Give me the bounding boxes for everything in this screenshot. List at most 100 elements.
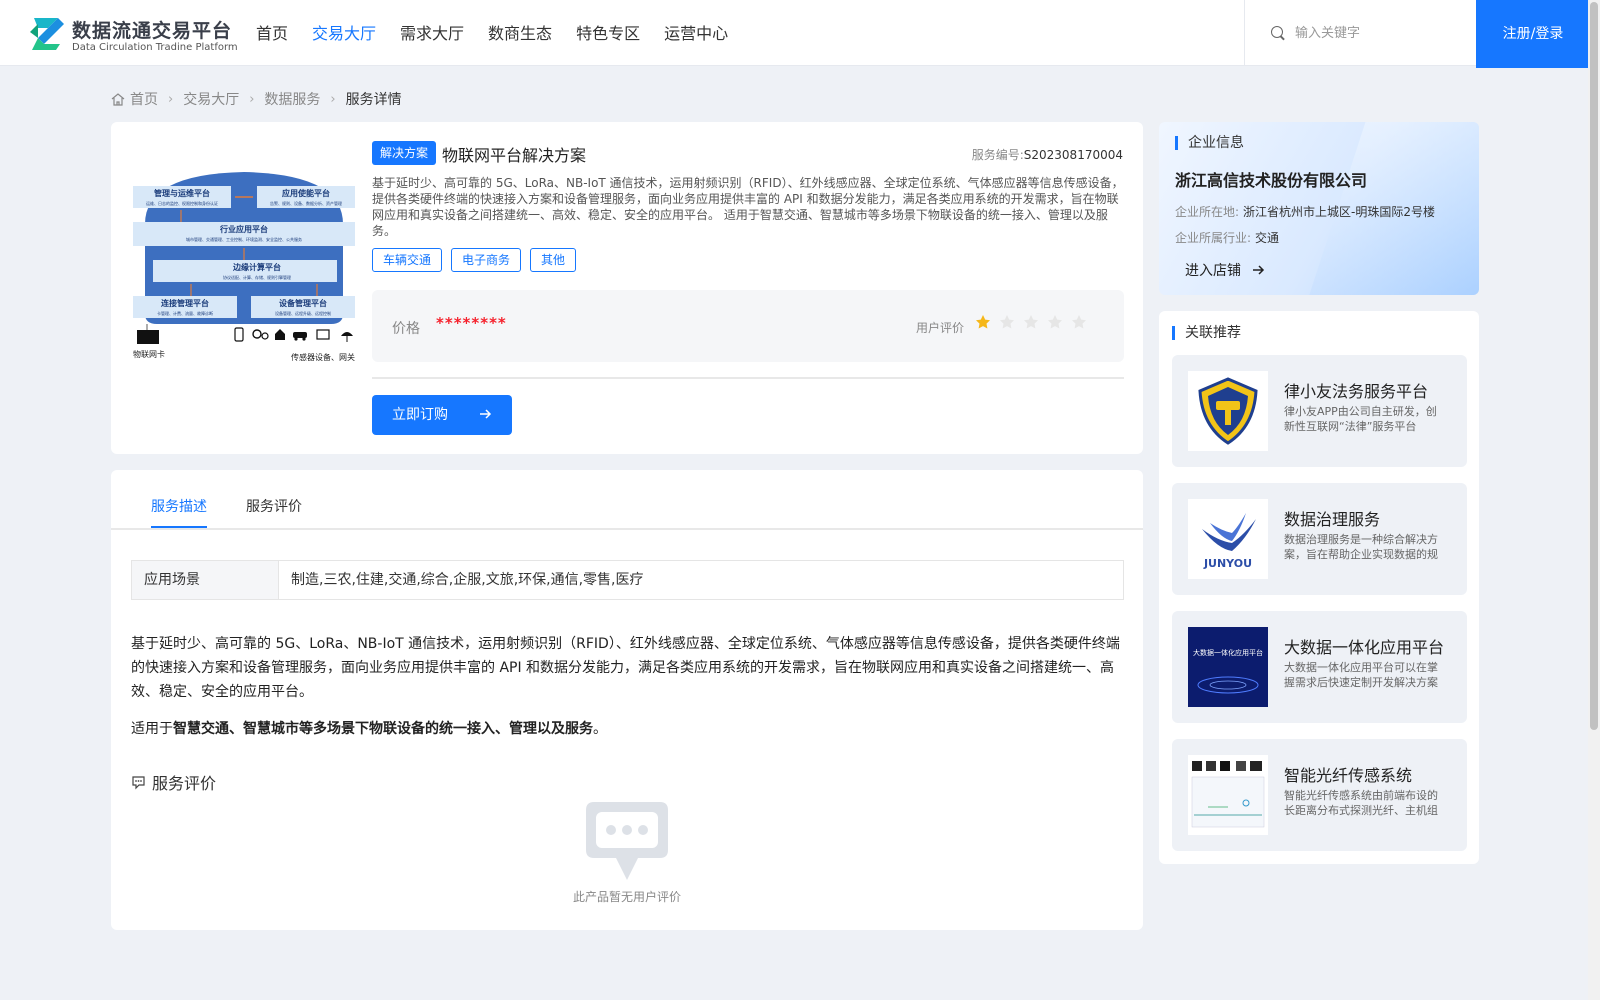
company-info-card: 企业信息 浙江高信技术股份有限公司 企业所在地: 浙江省杭州市上城区-明珠国际2号… bbox=[1159, 122, 1479, 295]
bigdata-thumb-icon: 大数据一体化应用平台 bbox=[1188, 627, 1268, 707]
img-sub-industry: 城市管理、交通管理、工业控制、环境监测、安全监控、公共服务 bbox=[186, 236, 302, 242]
breadcrumb-trading-hall[interactable]: 交易大厅 bbox=[183, 89, 239, 109]
recommend-desc: 大数据一体化应用平台可以在掌握需求后快速定制开发解决方案 bbox=[1284, 661, 1438, 689]
junyou-logo-icon: JUNYOU bbox=[1202, 513, 1256, 570]
star-filled-icon[interactable] bbox=[975, 314, 991, 330]
service-apply-text: 适用于智慧交通、智慧城市等多场景下物联设备的统一接入、管理以及服务。 bbox=[131, 718, 607, 738]
recommend-thumb: 大数据一体化应用平台 bbox=[1188, 627, 1268, 707]
divider bbox=[372, 377, 1124, 379]
company-location: 企业所在地: 浙江省杭州市上城区-明珠国际2号楼 bbox=[1175, 203, 1435, 220]
law-shield-icon bbox=[1198, 377, 1258, 445]
recommend-thumb bbox=[1188, 371, 1268, 451]
enter-shop-link[interactable]: 进入店铺 bbox=[1185, 260, 1265, 280]
nav-demand-hall[interactable]: 需求大厅 bbox=[400, 0, 464, 66]
scene-value: 制造,三农,住建,交通,综合,企服,文旅,环保,通信,零售,医疗 bbox=[291, 572, 644, 588]
company-location-value: 浙江省杭州市上城区-明珠国际2号楼 bbox=[1243, 205, 1436, 219]
tag-ecommerce[interactable]: 电子商务 bbox=[451, 248, 522, 272]
fiber-sensor-thumb-icon bbox=[1191, 761, 1265, 828]
review-section-title: 服务评价 bbox=[131, 770, 216, 794]
search-input[interactable] bbox=[1295, 20, 1465, 46]
company-section-title: 企业信息 bbox=[1175, 136, 1244, 150]
chevron-right-icon: › bbox=[168, 91, 174, 107]
product-description: 基于延时少、高可靠的 5G、LoRa、NB-IoT 通信技术，运用射频识别（RF… bbox=[372, 176, 1124, 238]
nav-ecosystem[interactable]: 数商生态 bbox=[488, 0, 552, 66]
img-sub-app: 告警、规则、设备、数据分析、资产管理 bbox=[270, 200, 342, 206]
top-header: 数据流通交易平台 Data Circulation Tradine Platfo… bbox=[0, 0, 1590, 68]
recommend-item[interactable]: 大数据一体化应用平台 大数据一体化应用平台 大数据一体化应用平台可以在掌握需求后… bbox=[1172, 611, 1467, 723]
breadcrumb-home[interactable]: 首页 bbox=[130, 89, 158, 109]
page-scrollbar[interactable] bbox=[1588, 0, 1600, 1000]
star-empty-icon[interactable] bbox=[1071, 314, 1087, 330]
recommend-item[interactable]: 律小友法务服务平台 律小友APP由公司自主研发，创新性互联网“法律”服务平台 bbox=[1172, 355, 1467, 467]
nav-special-zone[interactable]: 特色专区 bbox=[576, 0, 640, 66]
nav-operation-center[interactable]: 运营中心 bbox=[664, 0, 728, 66]
arrow-right-icon bbox=[480, 409, 492, 419]
breadcrumb: 首页 › 交易大厅 › 数据服务 › 服务详情 bbox=[111, 88, 402, 110]
recommend-title: 大数据一体化应用平台 bbox=[1284, 638, 1445, 657]
order-now-button[interactable]: 立即订购 bbox=[372, 395, 512, 435]
img-sub-conn: 卡管理、计费、流量、故障诊断 bbox=[157, 310, 213, 316]
star-empty-icon[interactable] bbox=[1047, 314, 1063, 330]
price-label: 价格 bbox=[392, 321, 420, 337]
order-now-label: 立即订购 bbox=[392, 407, 448, 423]
star-empty-icon[interactable] bbox=[999, 314, 1015, 330]
price-panel: 价格 ******** 用户评价 bbox=[372, 290, 1124, 362]
arrow-right-icon bbox=[1253, 265, 1265, 275]
img-label-industry: 行业应用平台 bbox=[219, 224, 268, 234]
recommend-item[interactable]: 智能光纤传感系统 智能光纤传感系统由前端布设的长距离分布式探测光纤、主机组成 bbox=[1172, 739, 1467, 851]
star-empty-icon[interactable] bbox=[1023, 314, 1039, 330]
recommend-desc: 智能光纤传感系统由前端布设的长距离分布式探测光纤、主机组成 bbox=[1284, 789, 1438, 817]
tab-service-description[interactable]: 服务描述 bbox=[151, 496, 207, 516]
logo[interactable]: 数据流通交易平台 Data Circulation Tradine Platfo… bbox=[28, 14, 238, 54]
service-number-label: 服务编号: bbox=[971, 148, 1024, 162]
img-label-ops: 管理与运维平台 bbox=[154, 188, 210, 198]
company-name: 浙江高信技术股份有限公司 bbox=[1175, 171, 1368, 190]
apply-bold: 智慧交通、智慧城市等多场景下物联设备的统一接入、管理以及服务 bbox=[173, 721, 593, 737]
service-number-value: S202308170004 bbox=[1023, 148, 1123, 162]
application-scene-table: 应用场景 制造,三农,住建,交通,综合,企服,文旅,环保,通信,零售,医疗 bbox=[131, 560, 1124, 600]
breadcrumb-data-service[interactable]: 数据服务 bbox=[264, 89, 320, 109]
img-sub-device: 设备管理、远程升级、远程控制 bbox=[275, 310, 331, 316]
img-label-app: 应用使能平台 bbox=[282, 188, 330, 198]
review-title-text: 服务评价 bbox=[152, 774, 217, 793]
img-label-edge: 边缘计算平台 bbox=[232, 262, 281, 272]
nav-trading-hall[interactable]: 交易大厅 bbox=[312, 0, 376, 66]
product-card: 管理与运维平台 运维、日志的监控、权限控制和身份认证 应用使能平台 告警、规则、… bbox=[111, 122, 1143, 454]
tag-other[interactable]: 其他 bbox=[530, 248, 577, 272]
img-label-conn: 连接管理平台 bbox=[161, 298, 209, 308]
chevron-right-icon: › bbox=[249, 91, 255, 107]
img-label-sensors: 传感器设备、网关 bbox=[291, 352, 355, 362]
service-number: 服务编号:S202308170004 bbox=[972, 146, 1123, 163]
bigdata-thumb-text: 大数据一体化应用平台 bbox=[1193, 648, 1263, 657]
recommend-title: 智能光纤传感系统 bbox=[1284, 766, 1413, 785]
service-detail-card: 服务描述 服务评价 应用场景 制造,三农,住建,交通,综合,企服,文旅,环保,通… bbox=[111, 470, 1143, 930]
img-sub-ops: 运维、日志的监控、权限控制和身份认证 bbox=[146, 200, 218, 206]
related-recommendations: 关联推荐 律小友法务服务平台 律小友APP由公司自主研发，创新性互联网“法律”服… bbox=[1159, 311, 1479, 864]
search-icon[interactable] bbox=[1271, 26, 1283, 38]
recommend-thumb: JUNYOU bbox=[1188, 499, 1268, 579]
recommend-item[interactable]: JUNYOU 数据治理服务 数据治理服务是一种综合解决方案，旨在帮助企业实现数据… bbox=[1172, 483, 1467, 595]
img-label-device: 设备管理平台 bbox=[279, 298, 327, 308]
company-location-label: 企业所在地: bbox=[1175, 205, 1240, 219]
service-description-text: 基于延时少、高可靠的 5G、LoRa、NB-IoT 通信技术，运用射频识别（RF… bbox=[131, 636, 1120, 700]
category-badge: 解决方案 bbox=[372, 141, 437, 165]
product-title: 物联网平台解决方案 bbox=[442, 146, 587, 165]
tab-service-review[interactable]: 服务评价 bbox=[246, 496, 302, 516]
nav-home[interactable]: 首页 bbox=[256, 0, 288, 66]
img-sub-edge: 协议适配、计算、存储、规则引擎管理 bbox=[223, 274, 291, 280]
login-register-button[interactable]: 注册/登录 bbox=[1476, 0, 1590, 68]
price-value: ******** bbox=[436, 314, 507, 332]
tab-bar: 服务描述 服务评价 bbox=[111, 470, 1143, 530]
main-nav: 首页 交易大厅 需求大厅 数商生态 特色专区 运营中心 bbox=[256, 0, 752, 66]
scrollbar-thumb[interactable] bbox=[1590, 2, 1598, 730]
img-label-sim: 物联网卡 bbox=[133, 349, 165, 359]
rating-stars bbox=[975, 314, 1095, 330]
empty-review-text: 此产品暂无用户评价 bbox=[572, 890, 681, 904]
tag-vehicle-traffic[interactable]: 车辆交通 bbox=[372, 248, 443, 272]
recommend-thumb bbox=[1188, 755, 1268, 835]
apply-suffix: 。 bbox=[593, 721, 607, 737]
comment-icon bbox=[132, 775, 145, 789]
search-box bbox=[1244, 0, 1476, 66]
active-tab-indicator bbox=[151, 526, 207, 528]
recommend-title: 律小友法务服务平台 bbox=[1284, 382, 1429, 401]
